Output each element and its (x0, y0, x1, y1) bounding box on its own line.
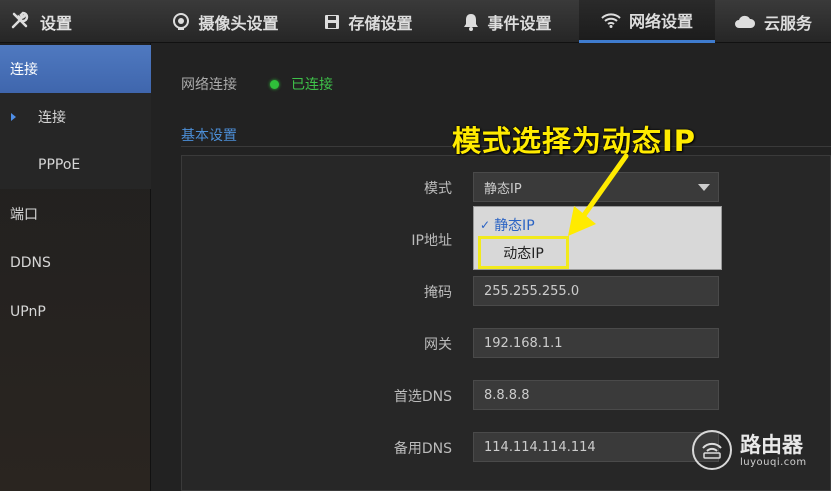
tab-cloud-service[interactable]: 云服务 (715, 0, 831, 43)
top-navigation-bar: 设置 摄像头设置 存储设置 事件设置 网络设置 云服务 (0, 0, 831, 43)
expand-arrow-icon (11, 113, 16, 121)
status-dot-icon (270, 79, 279, 89)
sidebar: 连接 连接 PPPoE 端口 DDNS UPnP (0, 43, 151, 491)
tab-label: 存储设置 (348, 13, 413, 33)
section-title-basic-settings: 基本设置 (181, 128, 237, 144)
sidebar-subitem-pppoe[interactable]: PPPoE (0, 141, 151, 189)
mask-value: 255.255.255.0 (484, 283, 580, 299)
chevron-down-icon (698, 184, 710, 191)
alternate-dns-value: 114.114.114.114 (484, 439, 596, 455)
tab-network-settings[interactable]: 网络设置 (579, 0, 715, 43)
save-icon (324, 14, 340, 30)
ip-address-label: IP地址 (411, 233, 452, 249)
sidebar-item-label: 连接 (10, 62, 38, 78)
gateway-label: 网关 (424, 337, 452, 353)
tab-label: 摄像头设置 (198, 13, 279, 33)
gateway-field[interactable]: 192.168.1.1 (473, 328, 719, 358)
mode-select-value: 静态IP (484, 181, 522, 197)
mask-field[interactable]: 255.255.255.0 (473, 276, 719, 306)
sidebar-item-connection[interactable]: 连接 (0, 45, 151, 93)
tab-camera-settings[interactable]: 摄像头设置 (151, 0, 300, 43)
mode-label: 模式 (424, 181, 452, 197)
sidebar-item-label: PPPoE (38, 157, 81, 173)
connection-status-text: 已连接 (291, 77, 333, 93)
sidebar-item-ddns[interactable]: DDNS (0, 239, 151, 287)
preferred-dns-field[interactable]: 8.8.8.8 (473, 380, 719, 410)
sidebar-item-label: 端口 (10, 207, 38, 223)
tab-label: 网络设置 (628, 12, 693, 31)
sidebar-subitem-connection[interactable]: 连接 (0, 93, 151, 141)
settings-title: 设置 (0, 0, 151, 43)
camera-icon (172, 12, 190, 31)
network-connection-label: 网络连接 (181, 77, 237, 93)
tab-label: 事件设置 (487, 13, 552, 33)
mask-label: 掩码 (424, 285, 452, 301)
gateway-value: 192.168.1.1 (484, 335, 563, 351)
option-label: 静态IP (494, 218, 535, 234)
sidebar-item-upnp[interactable]: UPnP (0, 288, 151, 336)
sidebar-item-label: UPnP (10, 304, 46, 320)
watermark-url: luyouqi.com (740, 456, 807, 468)
annotation-arrow-icon (568, 153, 629, 236)
bell-icon (463, 13, 479, 31)
preferred-dns-value: 8.8.8.8 (484, 387, 530, 403)
router-logo-icon (692, 430, 732, 470)
checkmark-icon: ✓ (480, 218, 491, 232)
option-label: 动态IP (503, 245, 544, 262)
tab-label: 云服务 (763, 13, 812, 33)
tab-storage-settings[interactable]: 存储设置 (300, 0, 437, 43)
preferred-dns-label: 首选DNS (393, 389, 452, 405)
sidebar-item-label: 连接 (38, 110, 66, 126)
cloud-icon (734, 15, 756, 29)
watermark-title: 路由器 (740, 432, 803, 457)
sidebar-item-label: DDNS (10, 255, 51, 271)
dropdown-option-static-ip[interactable]: ✓ 静态IP (480, 215, 535, 235)
sidebar-item-port[interactable]: 端口 (0, 190, 151, 238)
app-window: 设置 摄像头设置 存储设置 事件设置 网络设置 云服务 连接 连接 PPPoE … (0, 0, 831, 491)
alternate-dns-field[interactable]: 114.114.114.114 (473, 432, 719, 462)
alternate-dns-label: 备用DNS (393, 441, 452, 457)
watermark: 路由器 luyouqi.com (692, 427, 822, 473)
tab-event-settings[interactable]: 事件设置 (437, 0, 578, 43)
settings-title-text: 设置 (40, 13, 73, 33)
dropdown-option-dynamic-ip[interactable]: 动态IP (478, 236, 569, 269)
connection-status: 已连接 (270, 74, 333, 94)
wifi-icon (601, 12, 621, 28)
tools-icon (10, 10, 30, 34)
